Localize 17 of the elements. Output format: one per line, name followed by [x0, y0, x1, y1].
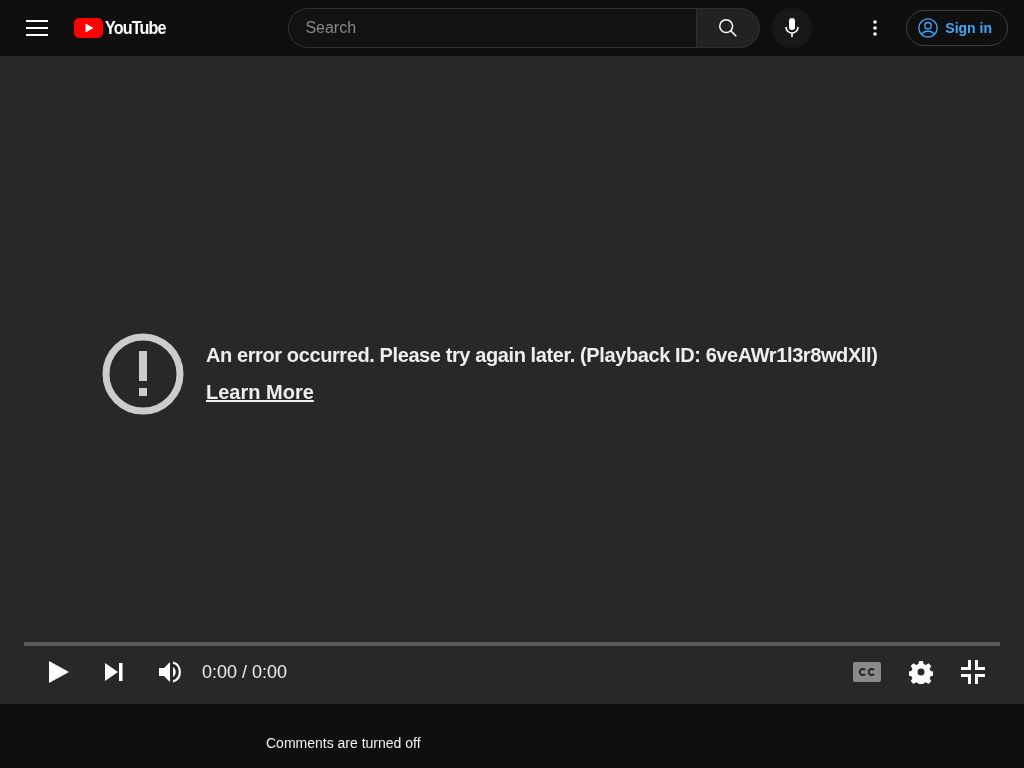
search-button[interactable]	[696, 8, 761, 48]
search-icon	[717, 17, 740, 39]
microphone-button[interactable]	[772, 8, 813, 48]
error-message: An error occurred. Please try again later. (Playback ID: 6veAWr1l3r8wdXll)	[206, 344, 878, 367]
learn-more-link[interactable]: Learn More	[206, 381, 314, 404]
exit-fullscreen-icon[interactable]	[961, 660, 985, 684]
comments-notice: Comments are turned off	[266, 735, 421, 751]
search-field[interactable]: Search	[288, 8, 697, 48]
volume-icon[interactable]	[158, 661, 182, 683]
exclamation-icon	[102, 333, 184, 415]
logo[interactable]: YouTube	[74, 17, 177, 39]
time-display: 0:00 / 0:00	[202, 661, 288, 683]
settings-icon[interactable]	[909, 660, 933, 684]
play-icon[interactable]	[48, 660, 70, 684]
next-icon[interactable]	[104, 663, 124, 681]
menu-icon[interactable]	[26, 17, 48, 39]
account-icon	[917, 17, 940, 39]
